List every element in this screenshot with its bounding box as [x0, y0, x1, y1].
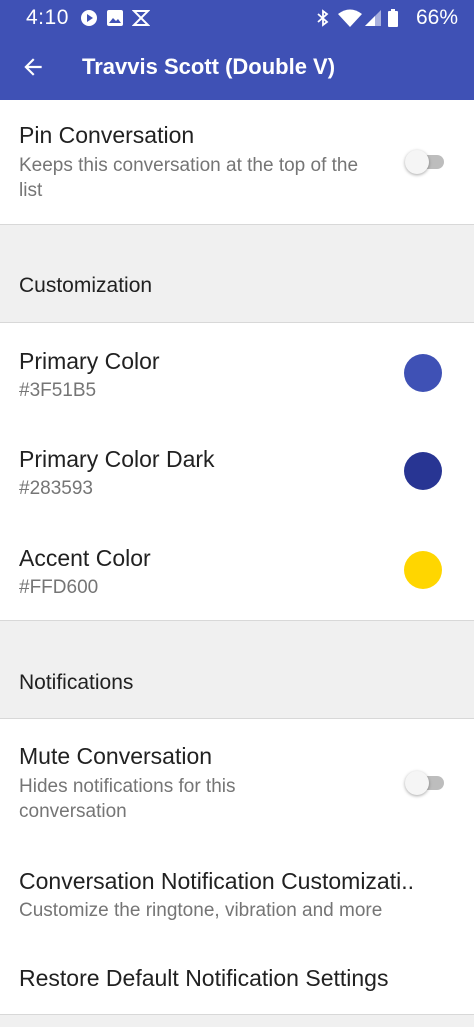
notification-customization-subtitle: Customize the ringtone, vibration and mo… — [19, 900, 383, 921]
toggle-knob — [405, 150, 429, 174]
media-icon — [81, 10, 97, 26]
primary-color-dark-title: Primary Color Dark — [19, 446, 215, 472]
notification-customization-row[interactable]: Conversation Notification Customizati.. … — [0, 843, 474, 942]
primary-color-row[interactable]: Primary Color #3F51B5 — [0, 323, 474, 422]
pin-conversation-row[interactable]: Pin Conversation Keeps this conversation… — [0, 100, 474, 224]
primary-color-swatch[interactable] — [404, 354, 442, 392]
accent-color-row[interactable]: Accent Color #FFD600 — [0, 521, 474, 620]
primary-color-dark-value: #283593 — [19, 478, 93, 499]
app-icon — [132, 10, 150, 26]
divider — [0, 224, 474, 225]
toggle-knob — [405, 771, 429, 795]
notification-customization-title: Conversation Notification Customizati.. — [19, 868, 414, 894]
arrow-back-icon[interactable] — [20, 54, 46, 80]
page-title: Travvis Scott (Double V) — [82, 54, 336, 79]
mute-conversation-title: Mute Conversation — [19, 743, 213, 769]
divider — [0, 620, 474, 621]
pin-conversation-title: Pin Conversation — [19, 122, 195, 148]
pin-conversation-toggle[interactable] — [405, 150, 444, 174]
pin-conversation-subtitle: Keeps this conversation at the top of th… — [19, 155, 359, 201]
primary-color-value: #3F51B5 — [19, 380, 97, 401]
mute-conversation-toggle[interactable] — [405, 771, 444, 795]
battery-icon — [388, 9, 398, 27]
status-bar: 4:10 66% — [0, 0, 474, 36]
accent-color-title: Accent Color — [19, 545, 151, 571]
mute-conversation-subtitle: Hides notifications for this conversatio… — [19, 776, 236, 822]
image-icon — [107, 10, 123, 26]
restore-default-notifications-title: Restore Default Notification Settings — [19, 965, 389, 991]
bluetooth-icon — [317, 9, 329, 27]
customization-header: Customization — [19, 274, 153, 297]
status-time: 4:10 — [26, 6, 69, 29]
restore-default-notifications-row[interactable]: Restore Default Notification Settings — [0, 942, 474, 1014]
battery-percent: 66% — [415, 6, 458, 29]
primary-color-dark-swatch[interactable] — [404, 452, 442, 490]
primary-color-dark-row[interactable]: Primary Color Dark #283593 — [0, 422, 474, 521]
wifi-icon — [338, 9, 362, 27]
app-bar: Travvis Scott (Double V) — [0, 36, 474, 100]
accent-color-swatch[interactable] — [404, 551, 442, 589]
signal-icon — [365, 10, 381, 26]
mute-conversation-row[interactable]: Mute Conversation Hides notifications fo… — [0, 719, 474, 843]
primary-color-title: Primary Color — [19, 348, 160, 374]
divider — [0, 1014, 474, 1015]
accent-color-value: #FFD600 — [19, 577, 99, 598]
notifications-header: Notifications — [19, 671, 134, 694]
